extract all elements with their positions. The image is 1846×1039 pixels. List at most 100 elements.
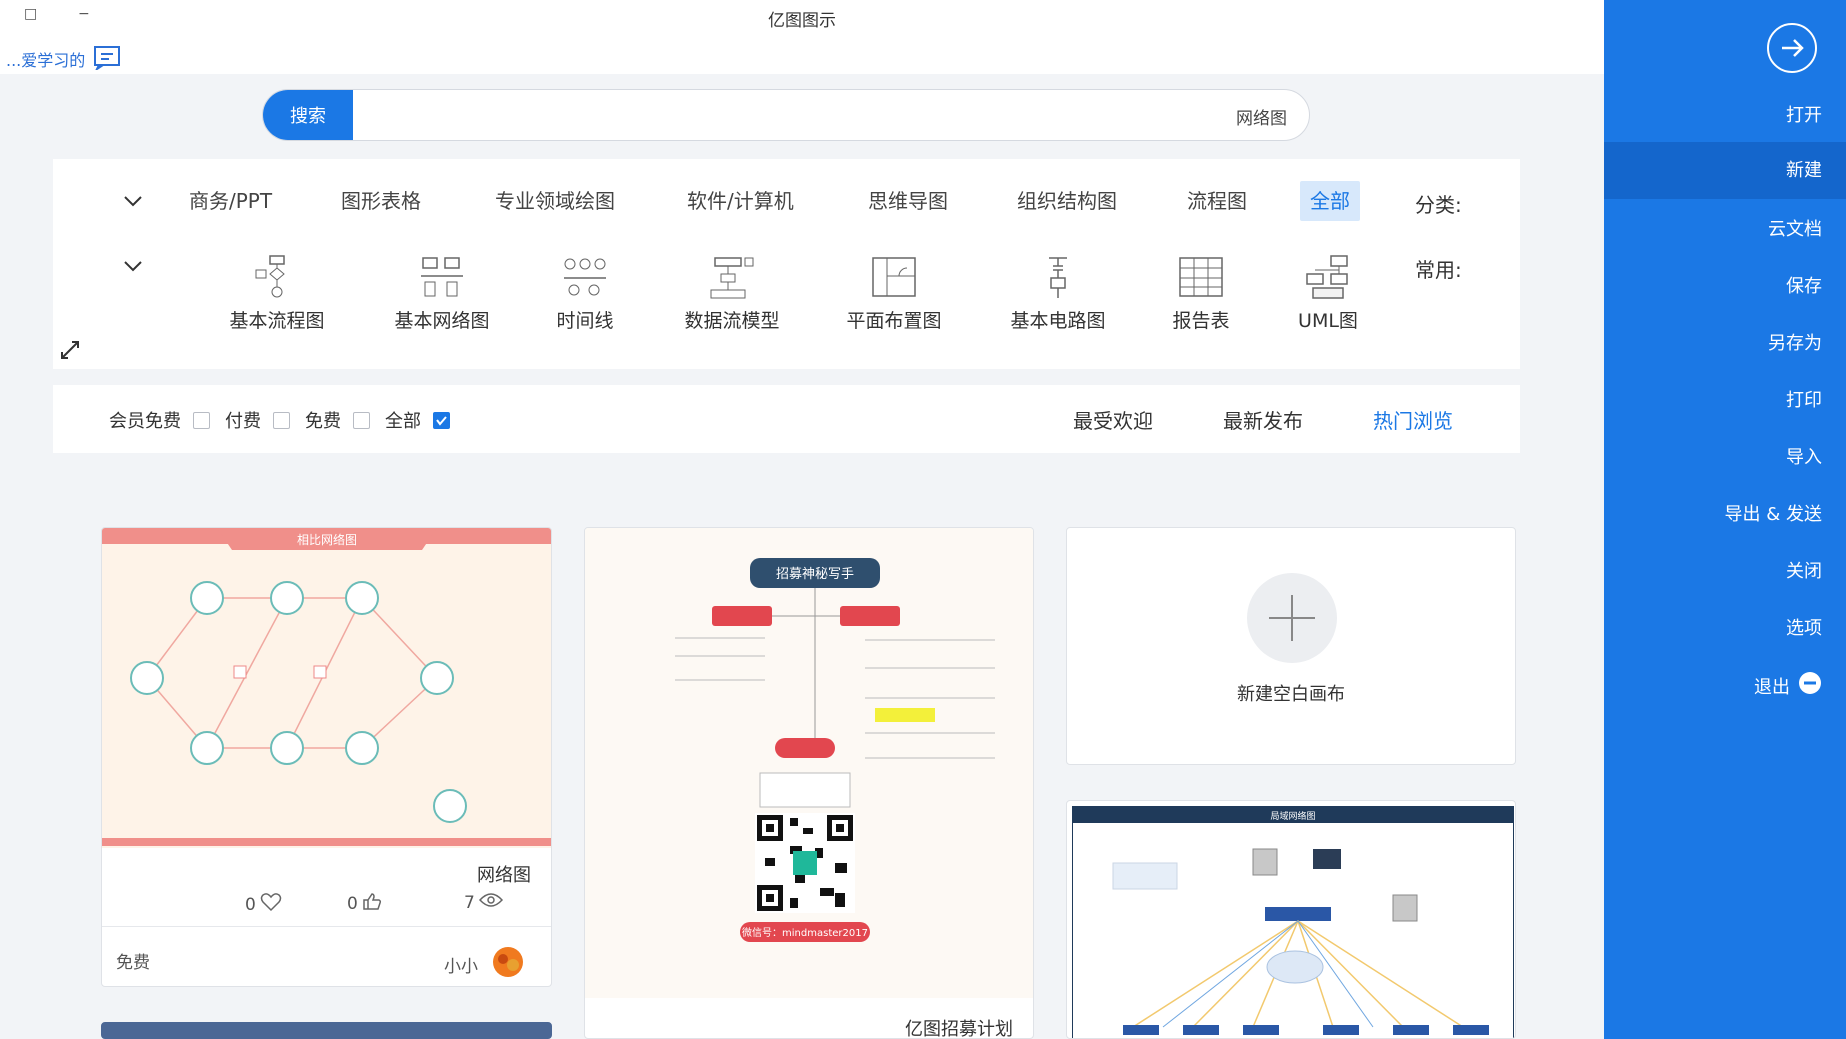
- search-bar: 搜索: [262, 89, 1310, 141]
- tab-all[interactable]: 全部: [1300, 181, 1360, 221]
- expand-icon[interactable]: [59, 339, 81, 365]
- card-thumbnail: 招募神秘写手 微信号：mindmaster2017: [585, 528, 1033, 998]
- chevron-down-icon[interactable]: [123, 191, 143, 211]
- common-label-floor-plan: 平面布置图: [846, 310, 942, 332]
- filter-member-checkbox[interactable]: [193, 412, 210, 429]
- sidebar-item-save-as[interactable]: 另存为: [1768, 329, 1822, 355]
- recruit-header: 招募神秘写手: [776, 567, 854, 582]
- tab-business-ppt[interactable]: 商务/PPT: [179, 181, 282, 221]
- common-label-flowchart: 基本流程图: [229, 310, 325, 332]
- common-label: 常用:: [1415, 258, 1462, 282]
- card-thumbnail: 相比网络图: [102, 528, 551, 848]
- feedback-icon: [93, 44, 123, 74]
- app-title: 亿图图示: [768, 11, 836, 31]
- template-card-peek[interactable]: [101, 1022, 552, 1039]
- back-button[interactable]: [1767, 23, 1817, 73]
- sidebar-item-export[interactable]: 导出 & 发送: [1725, 500, 1822, 526]
- timeline-icon: [510, 254, 660, 300]
- filter-free-checkbox[interactable]: [353, 412, 370, 429]
- template-card-network[interactable]: 相比网络图 网络图 7 0 0 小小 免费: [101, 527, 552, 987]
- common-network[interactable]: 基本网络图: [367, 254, 517, 333]
- sort-popular[interactable]: 最受欢迎: [1073, 405, 1153, 434]
- sidebar-item-import[interactable]: 导入: [1786, 443, 1822, 469]
- common-report[interactable]: 报告表: [1126, 254, 1276, 333]
- feedback-link[interactable]: ...爱学习的: [6, 44, 123, 74]
- category-label: 分类:: [1415, 193, 1462, 217]
- filter-free-label: 免费: [305, 411, 341, 432]
- tab-graphic-table[interactable]: 图形表格: [331, 181, 431, 221]
- sidebar: 打开 新建 云文档 保存 另存为 打印 导入 导出 & 发送 关闭 选项 退出: [1604, 0, 1846, 1039]
- feedback-label: ...爱学习的: [6, 51, 86, 70]
- views-count: 7: [464, 892, 475, 913]
- new-canvas-card[interactable]: 新建空白画布: [1066, 527, 1516, 765]
- common-label-network: 基本网络图: [394, 310, 490, 332]
- sort-newest[interactable]: 最新发布: [1223, 405, 1303, 434]
- common-label-timeline: 时间线: [556, 310, 614, 332]
- filter-all-label: 全部: [385, 411, 421, 432]
- template-card-recruit[interactable]: 招募神秘写手 微信号：mindmaster2017 亿图招募计划: [584, 527, 1034, 1039]
- sidebar-item-exit[interactable]: 退出: [1754, 671, 1822, 700]
- title-bar: □ − 亿图图示 ...爱学习的: [0, 0, 1604, 74]
- thumbs-up-icon: [362, 892, 382, 915]
- price-label: 免费: [116, 953, 150, 973]
- sidebar-item-close[interactable]: 关闭: [1786, 557, 1822, 583]
- sort-hot[interactable]: 热门浏览: [1373, 405, 1453, 434]
- favorites-count: 0: [245, 894, 256, 915]
- report-icon: [1126, 254, 1276, 300]
- lan-header: 局域网络图: [1270, 810, 1315, 822]
- favorites-stat[interactable]: 0: [245, 892, 282, 917]
- sidebar-item-cloud[interactable]: 云文档: [1768, 215, 1822, 241]
- common-timeline[interactable]: 时间线: [510, 254, 660, 333]
- flowchart-icon: [202, 254, 352, 300]
- network-icon: [367, 254, 517, 300]
- views-stat: 7: [464, 892, 503, 913]
- sidebar-item-options[interactable]: 选项: [1786, 614, 1822, 640]
- plus-icon: [1247, 573, 1337, 663]
- category-panel: 分类: 全部 流程图 组织结构图 思维导图 软件/计算机 专业领域绘图 图形表格…: [53, 159, 1520, 369]
- chevron-down-icon[interactable]: [123, 256, 143, 276]
- common-label-data-flow: 数据流模型: [684, 310, 780, 332]
- avatar: [492, 946, 524, 983]
- common-label-report: 报告表: [1172, 310, 1230, 332]
- card-thumbnail: 局域网络图: [1072, 806, 1514, 1038]
- card-divider: [102, 926, 551, 927]
- thumbnail-banner: 相比网络图: [297, 532, 357, 547]
- author[interactable]: 小小: [444, 946, 524, 983]
- author-name: 小小: [444, 957, 478, 977]
- new-canvas-label: 新建空白画布: [1237, 684, 1345, 705]
- sidebar-item-open[interactable]: 打开: [1786, 101, 1822, 127]
- recruit-handle: 微信号：mindmaster2017: [742, 926, 868, 939]
- heart-icon: [260, 892, 282, 917]
- common-floor-plan[interactable]: 平面布置图: [819, 254, 969, 333]
- filter-paid-label: 付费: [225, 411, 261, 432]
- search-input[interactable]: [361, 90, 1289, 140]
- card-title: 亿图招募计划: [905, 1019, 1013, 1039]
- filter-paid-checkbox[interactable]: [273, 412, 290, 429]
- tab-software[interactable]: 软件/计算机: [677, 181, 804, 221]
- sidebar-item-save[interactable]: 保存: [1786, 272, 1822, 298]
- tab-mind-map[interactable]: 思维导图: [858, 181, 958, 221]
- data-flow-icon: [657, 254, 807, 300]
- filter-all-checkbox[interactable]: [433, 412, 450, 429]
- filter-panel: 热门浏览 最新发布 最受欢迎 全部 免费 付费 会员免费: [53, 385, 1520, 453]
- tab-professional[interactable]: 专业领域绘图: [485, 181, 625, 221]
- common-label-circuit: 基本电路图: [1010, 310, 1106, 332]
- template-card-lan[interactable]: 局域网络图: [1066, 800, 1516, 1039]
- exit-icon: [1798, 671, 1822, 700]
- common-flowchart[interactable]: 基本流程图: [202, 254, 352, 333]
- common-data-flow[interactable]: 数据流模型: [657, 254, 807, 333]
- tab-org-chart[interactable]: 组织结构图: [1007, 181, 1127, 221]
- search-button[interactable]: 搜索: [263, 90, 353, 140]
- likes-count: 0: [347, 893, 358, 914]
- sidebar-item-exit-label: 退出: [1754, 676, 1790, 698]
- tab-flowchart[interactable]: 流程图: [1177, 181, 1257, 221]
- sidebar-item-print[interactable]: 打印: [1786, 386, 1822, 412]
- filter-member-label: 会员免费: [109, 411, 181, 432]
- common-circuit[interactable]: 基本电路图: [983, 254, 1133, 333]
- likes-stat[interactable]: 0: [347, 892, 382, 915]
- floor-plan-icon: [819, 254, 969, 300]
- circuit-icon: [983, 254, 1133, 300]
- eye-icon: [478, 892, 503, 913]
- card-title: 网络图: [477, 865, 531, 886]
- sidebar-item-new[interactable]: 新建: [1604, 142, 1846, 199]
